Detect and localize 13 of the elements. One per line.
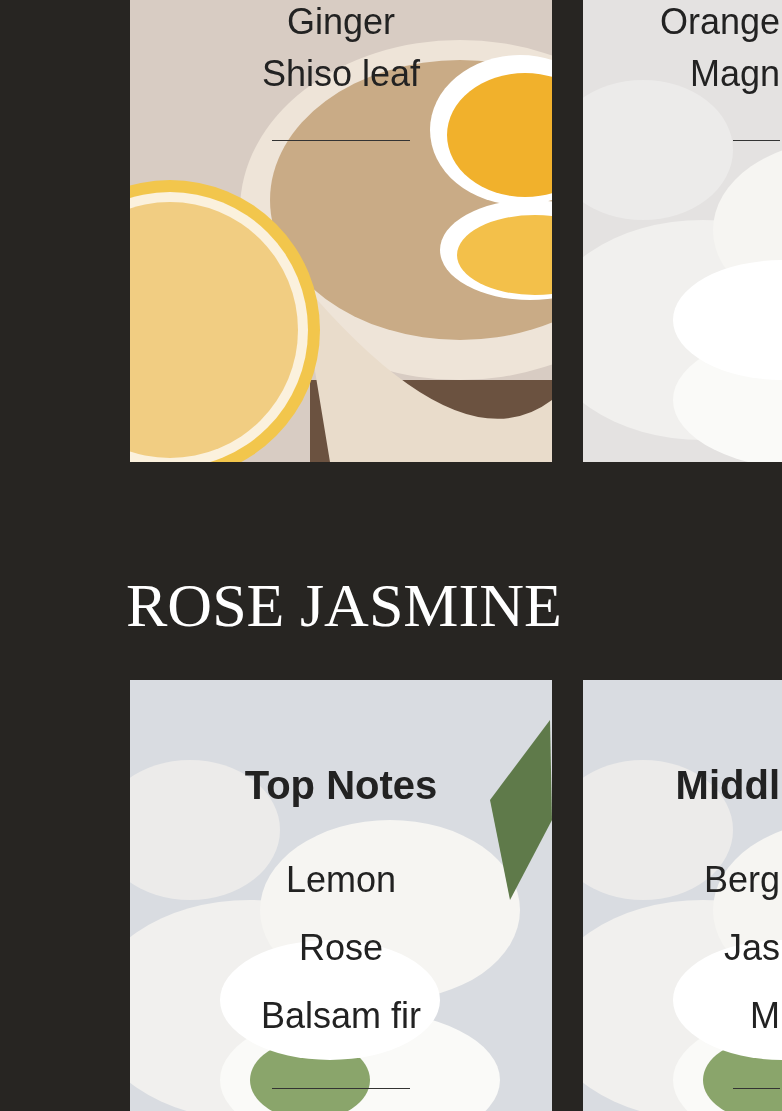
note-item: Lemon bbox=[285, 858, 397, 902]
note-item: Balsam fir bbox=[261, 994, 421, 1038]
note-item: Berg bbox=[703, 858, 780, 902]
note-item: Magn bbox=[689, 52, 780, 96]
note-item: Jas bbox=[723, 926, 780, 970]
card-heading: Top Notes bbox=[244, 762, 438, 809]
section-title: ROSE JASMINE bbox=[126, 572, 563, 638]
note-item: M bbox=[750, 994, 780, 1038]
note-item: Shiso leaf bbox=[261, 52, 421, 96]
note-item: Rose bbox=[298, 926, 383, 970]
note-item: Ginger bbox=[286, 0, 396, 44]
card-heading: Middl bbox=[675, 762, 780, 809]
note-item: Orange bbox=[659, 0, 780, 44]
